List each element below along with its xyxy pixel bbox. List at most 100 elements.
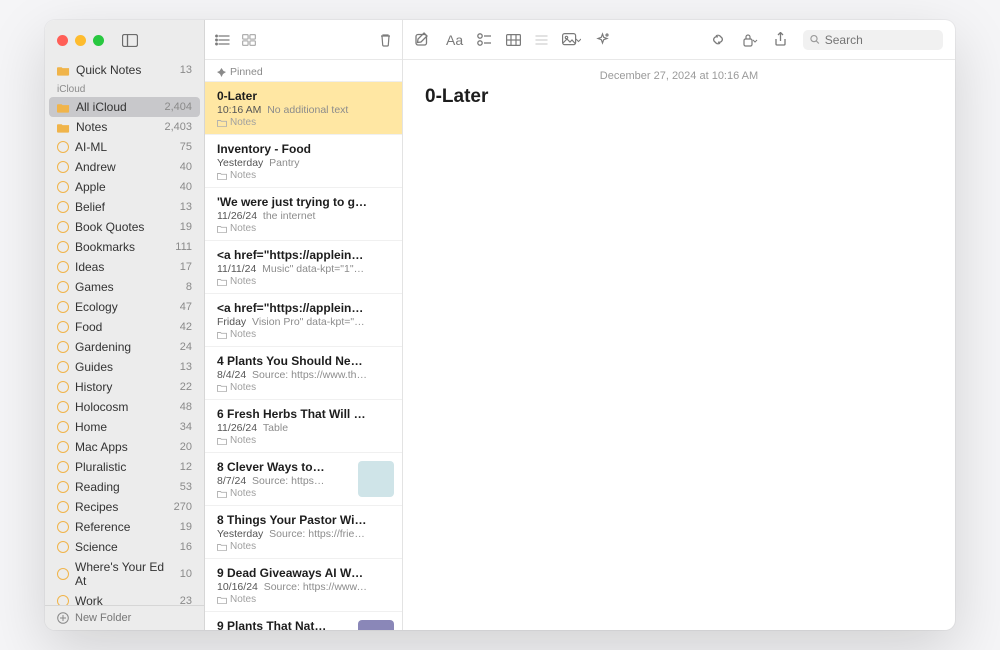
sidebar-scroll[interactable]: Quick Notes 13 iCloud All iCloud2,404Not… [45, 60, 204, 605]
folder-icon [217, 119, 227, 127]
sidebar-item[interactable]: Where's Your Ed At10 [45, 557, 204, 591]
note-list-item[interactable]: 0-Later10:16 AM No additional textNotes [205, 82, 402, 135]
sidebar-item-label: Food [75, 320, 102, 334]
sparkle-icon[interactable] [595, 32, 610, 47]
toggle-sidebar-icon[interactable] [122, 34, 138, 47]
note-list-item[interactable]: 8 Clever Ways to Us…8/7/24 Source: https… [205, 453, 402, 506]
note-list-item[interactable]: 8 Things Your Pastor Will Nev…Yesterday … [205, 506, 402, 559]
sidebar-item[interactable]: Gardening24 [45, 337, 204, 357]
sidebar-item[interactable]: Ideas17 [45, 257, 204, 277]
notes-list-scroll[interactable]: 0-Later10:16 AM No additional textNotesI… [205, 82, 402, 630]
sidebar-item[interactable]: Belief13 [45, 197, 204, 217]
note-list-item[interactable]: 9 Plants That Natur…8/4/24 Source: https… [205, 612, 402, 630]
note-thumbnail [358, 620, 394, 630]
tag-icon [57, 281, 69, 293]
sidebar-item[interactable]: All iCloud 2,404 [49, 97, 200, 117]
sidebar-item-count: 270 [174, 501, 192, 513]
editor-body[interactable]: December 27, 2024 at 10:16 AM 0-Later [403, 60, 955, 630]
lock-icon[interactable] [742, 33, 758, 47]
tag-icon [57, 321, 69, 333]
sidebar-item-count: 75 [180, 141, 192, 153]
tag-icon [57, 301, 69, 313]
note-list-item[interactable]: 'We were just trying to get it t…11/26/2… [205, 188, 402, 241]
sidebar-item-count: 8 [186, 281, 192, 293]
link-icon[interactable] [710, 33, 726, 46]
sidebar-item-label: Home [75, 420, 107, 434]
folder-icon [217, 278, 227, 286]
sidebar-item[interactable]: Mac Apps20 [45, 437, 204, 457]
tag-icon [57, 341, 69, 353]
note-list-item[interactable]: <a href="https://appleinsider…11/11/24 M… [205, 241, 402, 294]
trash-icon[interactable] [379, 33, 392, 47]
sidebar-item-count: 19 [180, 521, 192, 533]
folder-icon [217, 331, 227, 339]
media-icon[interactable] [562, 33, 581, 46]
checklist-icon[interactable] [477, 33, 492, 46]
sidebar-item-label: All iCloud [76, 100, 127, 114]
traffic-lights [57, 35, 104, 46]
compose-icon[interactable] [415, 32, 430, 47]
sidebar-item-count: 19 [180, 221, 192, 233]
sidebar-item[interactable]: Reference 19 [45, 517, 204, 537]
close-window-button[interactable] [57, 35, 68, 46]
note-list-item[interactable]: <a href="https://appleinsider…Friday Vis… [205, 294, 402, 347]
text-style-icon[interactable]: Aa [446, 32, 463, 48]
sidebar-item-label: Recipes [75, 500, 118, 514]
sidebar-item[interactable]: Book Quotes19 [45, 217, 204, 237]
note-list-item[interactable]: Inventory - FoodYesterday PantryNotes [205, 135, 402, 188]
note-list-item[interactable]: 6 Fresh Herbs That Will Bring…11/26/24 T… [205, 400, 402, 453]
sidebar-item[interactable]: Notes2,403 [45, 117, 204, 137]
alignment-icon[interactable] [535, 34, 548, 46]
note-list-item[interactable]: 9 Dead Giveaways AI Wrote a…10/16/24 Sou… [205, 559, 402, 612]
sidebar-item-count: 53 [180, 481, 192, 493]
sidebar-item[interactable]: Ecology47 [45, 297, 204, 317]
sidebar-item[interactable]: Bookmarks111 [45, 237, 204, 257]
share-icon[interactable] [774, 32, 787, 47]
sidebar-item[interactable]: Food 42 [45, 317, 204, 337]
sidebar-item[interactable]: Holocosm48 [45, 397, 204, 417]
sidebar-item-count: 2,404 [164, 101, 192, 113]
note-item-title: Inventory - Food [217, 142, 367, 156]
sidebar-item-count: 47 [180, 301, 192, 313]
pinned-section-header: Pinned [205, 60, 402, 82]
sidebar-item[interactable]: Pluralistic12 [45, 457, 204, 477]
zoom-window-button[interactable] [93, 35, 104, 46]
sidebar-item[interactable]: AI-ML 75 [45, 137, 204, 157]
minimize-window-button[interactable] [75, 35, 86, 46]
gallery-view-icon[interactable] [242, 34, 256, 46]
folder-icon [217, 437, 227, 445]
sidebar-item[interactable]: Reading53 [45, 477, 204, 497]
list-view-icon[interactable] [215, 34, 230, 46]
sidebar-item[interactable]: Work23 [45, 591, 204, 605]
sidebar-item[interactable]: Home34 [45, 417, 204, 437]
search-field[interactable] [803, 30, 943, 50]
sidebar-item-quicknotes[interactable]: Quick Notes 13 [45, 60, 204, 80]
sidebar-item-label: Pluralistic [75, 460, 126, 474]
tag-icon [57, 361, 69, 373]
sidebar-item[interactable]: Science16 [45, 537, 204, 557]
sidebar-item[interactable]: Recipes 270 [45, 497, 204, 517]
tag-icon [57, 401, 69, 413]
tag-icon [57, 221, 69, 233]
note-title[interactable]: 0-Later [425, 86, 933, 108]
sidebar-item-count: 42 [180, 321, 192, 333]
sidebar-item-count: 2,403 [164, 121, 192, 133]
sidebar-item[interactable]: Games8 [45, 277, 204, 297]
new-folder-button[interactable]: New Folder [45, 605, 204, 630]
note-item-meta: 8/4/24 Source: https://www.thespru [217, 369, 367, 381]
sidebar-item-label: AI-ML [75, 140, 107, 154]
sidebar-item[interactable]: Guides13 [45, 357, 204, 377]
sidebar-item[interactable]: History22 [45, 377, 204, 397]
sidebar-item-label: Reference [75, 520, 130, 534]
sidebar: Quick Notes 13 iCloud All iCloud2,404Not… [45, 20, 205, 630]
note-item-meta: 10:16 AM No additional text [217, 104, 367, 116]
sidebar-item[interactable]: Apple40 [45, 177, 204, 197]
tag-icon [57, 595, 69, 605]
note-item-folder: Notes [217, 276, 390, 287]
note-list-item[interactable]: 4 Plants You Should Never Ev…8/4/24 Sour… [205, 347, 402, 400]
folder-icon [217, 543, 227, 551]
sidebar-item[interactable]: Andrew40 [45, 157, 204, 177]
list-toolbar [205, 20, 402, 60]
search-input[interactable] [825, 33, 936, 47]
table-icon[interactable] [506, 34, 521, 46]
